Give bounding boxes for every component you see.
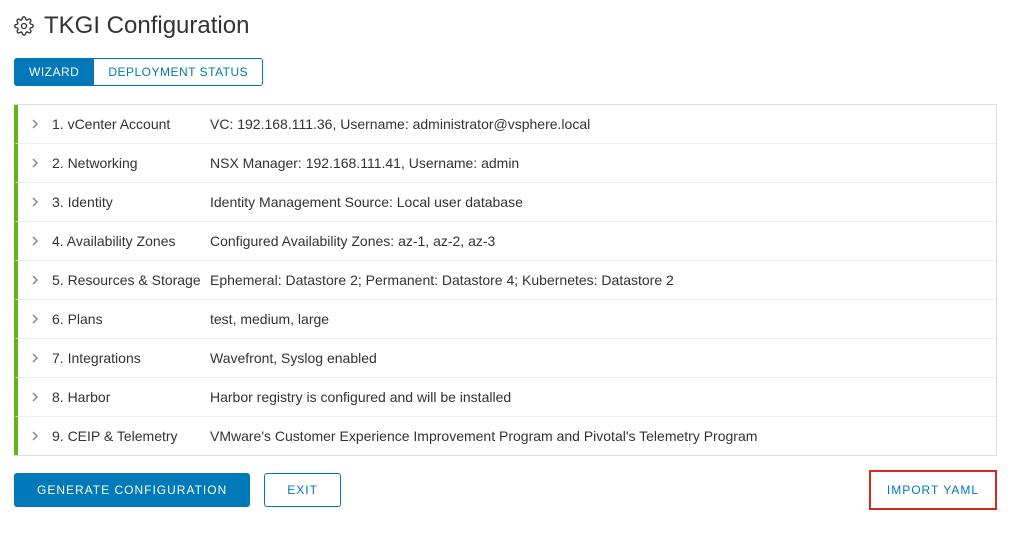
tab-bar: WIZARD DEPLOYMENT STATUS — [14, 58, 997, 86]
tab-deployment-status[interactable]: DEPLOYMENT STATUS — [93, 58, 263, 86]
step-desc: VMware's Customer Experience Improvement… — [210, 428, 757, 444]
step-title: 7. Integrations — [52, 350, 210, 366]
step-identity[interactable]: 3. Identity Identity Management Source: … — [14, 183, 996, 222]
tab-wizard[interactable]: WIZARD — [14, 58, 93, 86]
step-availability-zones[interactable]: 4. Availability Zones Configured Availab… — [14, 222, 996, 261]
step-desc: Wavefront, Syslog enabled — [210, 350, 377, 366]
page-title: TKGI Configuration — [44, 12, 249, 40]
footer-actions: GENERATE CONFIGURATION EXIT IMPORT YAML — [14, 470, 997, 510]
step-title: 4. Availability Zones — [52, 233, 210, 249]
chevron-right-icon — [28, 234, 42, 248]
step-title: 5. Resources & Storage — [52, 272, 210, 288]
step-title: 2. Networking — [52, 155, 210, 171]
step-integrations[interactable]: 7. Integrations Wavefront, Syslog enable… — [14, 339, 996, 378]
chevron-right-icon — [28, 273, 42, 287]
step-networking[interactable]: 2. Networking NSX Manager: 192.168.111.4… — [14, 144, 996, 183]
step-desc: Ephemeral: Datastore 2; Permanent: Datas… — [210, 272, 674, 288]
page-header: TKGI Configuration — [14, 12, 997, 40]
step-vcenter-account[interactable]: 1. vCenter Account VC: 192.168.111.36, U… — [14, 105, 996, 144]
step-resources-storage[interactable]: 5. Resources & Storage Ephemeral: Datast… — [14, 261, 996, 300]
chevron-right-icon — [28, 156, 42, 170]
step-ceip-telemetry[interactable]: 9. CEIP & Telemetry VMware's Customer Ex… — [14, 417, 996, 455]
import-yaml-button[interactable]: IMPORT YAML — [875, 474, 991, 506]
chevron-right-icon — [28, 117, 42, 131]
step-desc: VC: 192.168.111.36, Username: administra… — [210, 116, 590, 132]
step-desc: test, medium, large — [210, 311, 329, 327]
step-title: 8. Harbor — [52, 389, 210, 405]
step-plans[interactable]: 6. Plans test, medium, large — [14, 300, 996, 339]
step-title: 9. CEIP & Telemetry — [52, 428, 210, 444]
import-yaml-highlight: IMPORT YAML — [869, 470, 997, 510]
step-desc: Configured Availability Zones: az-1, az-… — [210, 233, 495, 249]
step-title: 3. Identity — [52, 194, 210, 210]
step-harbor[interactable]: 8. Harbor Harbor registry is configured … — [14, 378, 996, 417]
step-desc: NSX Manager: 192.168.111.41, Username: a… — [210, 155, 519, 171]
step-title: 1. vCenter Account — [52, 116, 210, 132]
chevron-right-icon — [28, 390, 42, 404]
chevron-right-icon — [28, 195, 42, 209]
generate-configuration-button[interactable]: GENERATE CONFIGURATION — [14, 473, 250, 507]
step-title: 6. Plans — [52, 311, 210, 327]
step-desc: Identity Management Source: Local user d… — [210, 194, 523, 210]
chevron-right-icon — [28, 429, 42, 443]
wizard-step-list: 1. vCenter Account VC: 192.168.111.36, U… — [14, 104, 997, 456]
chevron-right-icon — [28, 351, 42, 365]
chevron-right-icon — [28, 312, 42, 326]
step-desc: Harbor registry is configured and will b… — [210, 389, 511, 405]
gear-icon — [14, 16, 34, 36]
exit-button[interactable]: EXIT — [264, 473, 341, 507]
